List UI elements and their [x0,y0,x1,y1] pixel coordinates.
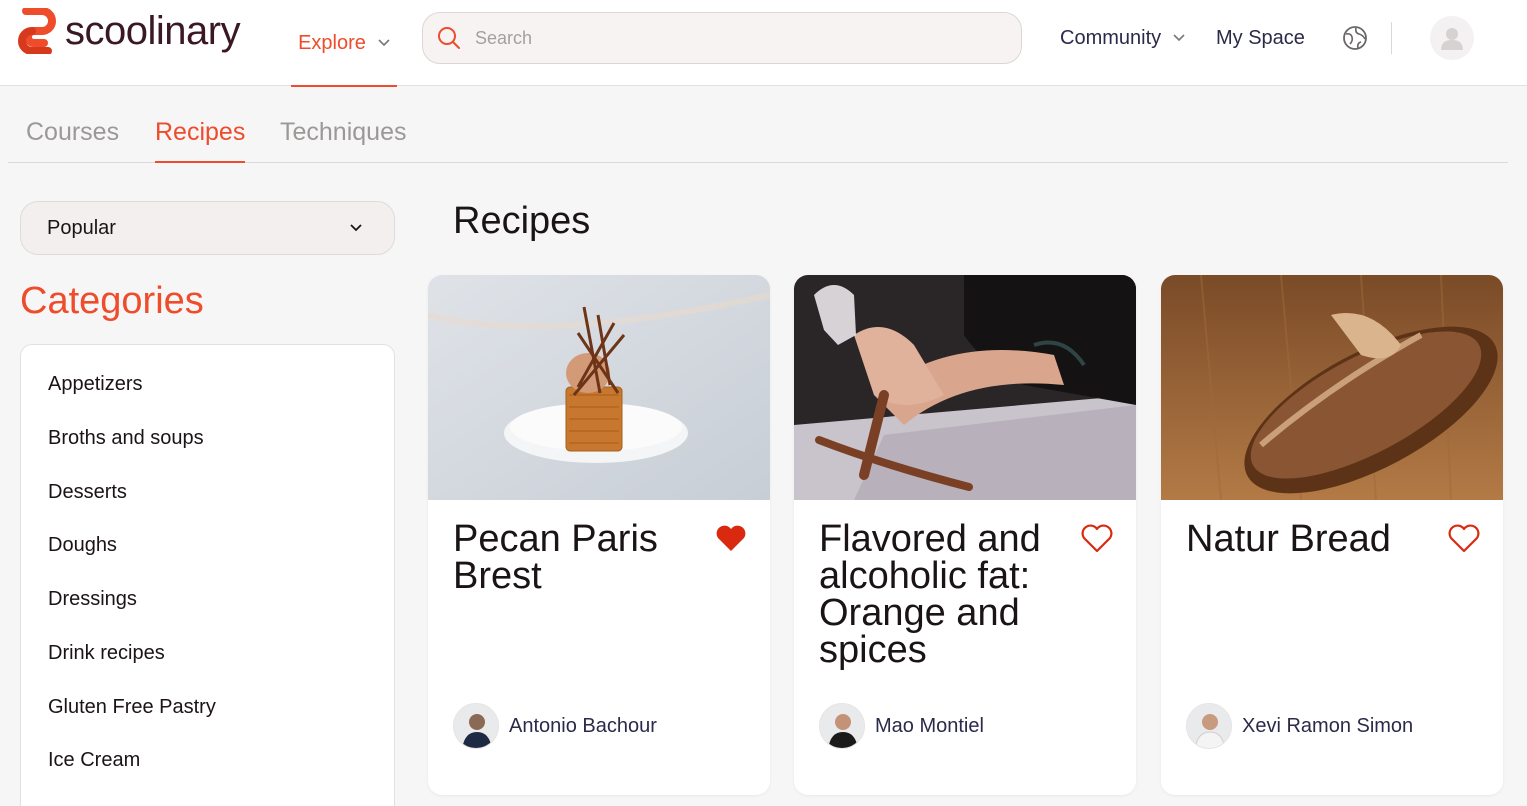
header-divider [1391,22,1392,54]
logo-text: scoolinary [65,9,241,53]
heart-outline-icon[interactable] [1081,523,1113,553]
nav-my-space-label: My Space [1216,26,1305,49]
recipe-title: Flavored and alcoholic fat: Orange and s… [819,518,1041,671]
author-avatar [453,703,499,749]
sort-select[interactable]: Popular [20,201,395,255]
category-desserts[interactable]: Desserts [48,481,127,504]
nav-my-space[interactable]: My Space [1216,22,1305,54]
nav-explore-label: Explore [298,31,366,54]
top-header: scoolinary Explore Community My Space [0,0,1527,87]
scoolinary-logo[interactable]: scoolinary [18,8,241,54]
recipe-card[interactable]: Flavored and alcoholic fat: Orange and s… [794,275,1136,795]
user-avatar-button[interactable] [1430,16,1474,60]
recipe-image [1161,275,1503,500]
nav-explore[interactable]: Explore [291,0,397,87]
tab-techniques[interactable]: Techniques [280,118,406,162]
category-appetizers[interactable]: Appetizers [48,373,143,396]
search-input[interactable] [475,27,995,49]
sort-selected-value: Popular [47,216,116,239]
page-title: Recipes [453,200,591,242]
category-ice-cream[interactable]: Ice Cream [48,749,140,772]
heart-outline-icon[interactable] [1448,523,1480,553]
recipe-author[interactable]: Antonio Bachour [453,703,657,749]
categories-title: Categories [20,280,204,322]
content-tabs: Courses Recipes Techniques [8,108,1508,163]
heart-filled-icon[interactable] [715,523,747,553]
recipe-author[interactable]: Mao Montiel [819,703,984,749]
nav-community-label: Community [1060,26,1162,49]
tab-recipes[interactable]: Recipes [155,118,246,163]
tab-courses[interactable]: Courses [26,118,119,162]
recipe-author[interactable]: Xevi Ramon Simon [1186,703,1413,749]
chevron-down-icon [378,39,390,47]
category-drink-recipes[interactable]: Drink recipes [48,642,165,665]
category-broths-and-soups[interactable]: Broths and soups [48,427,204,450]
user-avatar-icon [1441,28,1463,50]
author-avatar [819,703,865,749]
author-avatar [1186,703,1232,749]
logo-mark-icon [18,8,56,54]
nav-community[interactable]: Community [1060,22,1185,54]
chevron-down-icon [350,224,362,232]
search-box[interactable] [422,12,1022,64]
author-name: Xevi Ramon Simon [1242,714,1414,737]
recipe-image [428,275,770,500]
chevron-down-icon [1173,34,1185,42]
recipe-card[interactable]: Natur Bread Xevi Ramon Simon [1161,275,1503,795]
category-doughs[interactable]: Doughs [48,534,117,557]
recipe-image [794,275,1136,500]
recipe-card[interactable]: Pecan Paris Brest Antonio Bachour [428,275,770,795]
category-dressings[interactable]: Dressings [48,588,137,611]
author-name: Mao Montiel [875,714,984,737]
categories-panel: Appetizers Broths and soups Desserts Dou… [20,344,395,806]
author-name: Antonio Bachour [509,714,657,737]
globe-icon[interactable] [1342,25,1368,51]
search-icon [438,27,460,49]
recipe-title: Natur Bread [1186,518,1391,560]
category-gluten-free-pastry[interactable]: Gluten Free Pastry [48,696,216,719]
recipe-title: Pecan Paris Brest [453,518,658,597]
